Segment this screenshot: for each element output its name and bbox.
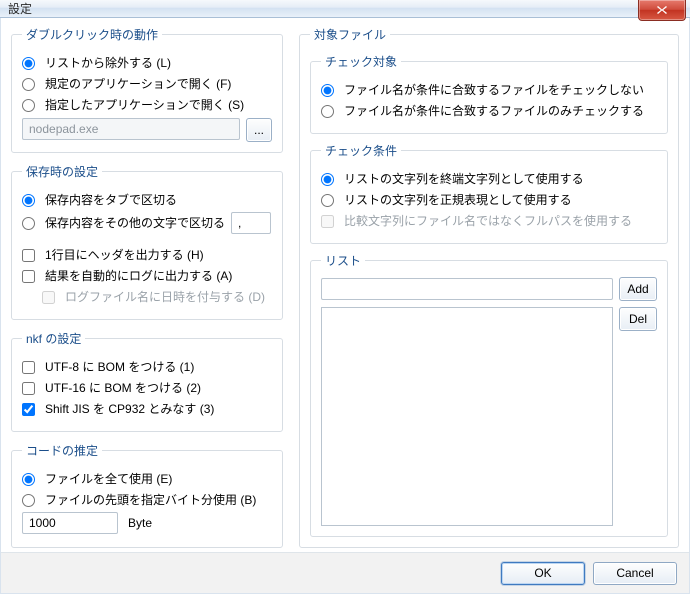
- group-check-condition-legend: チェック条件: [321, 142, 401, 159]
- list-del-button[interactable]: Del: [619, 307, 657, 331]
- specified-app-path-input[interactable]: [22, 118, 240, 140]
- label-remove-from-list: リストから除外する (L): [45, 54, 171, 72]
- label-code-head: ファイルの先頭を指定バイト分使用 (B): [45, 491, 256, 509]
- group-target-legend: 対象ファイル: [310, 26, 390, 43]
- label-open-default-app: 規定のアプリケーションで開く (F): [45, 75, 231, 93]
- group-dblclick: ダブルクリック時の動作 リストから除外する (L) 規定のアプリケーションで開く…: [11, 26, 283, 153]
- check-auto-log[interactable]: [22, 270, 35, 283]
- group-code-estimation: コードの推定 ファイルを全て使用 (E) ファイルの先頭を指定バイト分使用 (B…: [11, 442, 283, 548]
- check-fullpath[interactable]: [321, 215, 334, 228]
- group-nkf: nkf の設定 UTF-8 に BOM をつける (1) UTF-16 に BO…: [11, 330, 283, 432]
- label-auto-log: 結果を自動的にログに出力する (A): [45, 267, 232, 285]
- radio-cond-terminal[interactable]: [321, 173, 334, 186]
- radio-open-specified-app[interactable]: [22, 99, 35, 112]
- head-bytes-input[interactable]: [22, 512, 118, 534]
- label-sep-tab: 保存内容をタブで区切る: [45, 191, 177, 209]
- cancel-button[interactable]: Cancel: [593, 562, 677, 585]
- content: ダブルクリック時の動作 リストから除外する (L) 規定のアプリケーションで開く…: [1, 18, 689, 552]
- list-add-button[interactable]: Add: [619, 277, 657, 301]
- radio-check-skip[interactable]: [321, 84, 334, 97]
- group-code-legend: コードの推定: [22, 442, 102, 459]
- left-column: ダブルクリック時の動作 リストから除外する (L) 規定のアプリケーションで開く…: [11, 26, 283, 548]
- label-check-only: ファイル名が条件に合致するファイルのみチェックする: [344, 102, 644, 120]
- titlebar[interactable]: 設定: [0, 0, 690, 18]
- right-column: 対象ファイル チェック対象 ファイル名が条件に合致するファイルをチェックしない …: [299, 26, 679, 548]
- check-header-row[interactable]: [22, 249, 35, 262]
- list-item-input[interactable]: [321, 278, 613, 300]
- ok-button[interactable]: OK: [501, 562, 585, 585]
- close-button[interactable]: [638, 0, 686, 21]
- sep-char-input[interactable]: [231, 212, 271, 234]
- window-title: 設定: [8, 0, 32, 17]
- check-utf8-bom[interactable]: [22, 361, 35, 374]
- group-check-target: チェック対象 ファイル名が条件に合致するファイルをチェックしない ファイル名が条…: [310, 53, 668, 134]
- group-check-condition: チェック条件 リストの文字列を終端文字列として使用する リストの文字列を正規表現…: [310, 142, 668, 244]
- check-cp932[interactable]: [22, 403, 35, 416]
- group-list: リスト Add Del: [310, 252, 668, 537]
- radio-sep-other[interactable]: [22, 217, 35, 230]
- radio-code-head[interactable]: [22, 494, 35, 507]
- radio-open-default-app[interactable]: [22, 78, 35, 91]
- radio-sep-tab[interactable]: [22, 194, 35, 207]
- group-list-legend: リスト: [321, 252, 365, 269]
- list-box[interactable]: [321, 307, 613, 526]
- settings-dialog: 設定 ダブルクリック時の動作 リストから除外する (L) 規定のアプリケー: [0, 0, 690, 586]
- label-code-all: ファイルを全て使用 (E): [45, 470, 172, 488]
- label-fullpath: 比較文字列にファイル名ではなくフルパスを使用する: [344, 212, 632, 230]
- label-utf8-bom: UTF-8 に BOM をつける (1): [45, 358, 194, 376]
- close-icon: [656, 5, 668, 15]
- group-dblclick-legend: ダブルクリック時の動作: [22, 26, 162, 43]
- radio-cond-regex[interactable]: [321, 194, 334, 207]
- group-nkf-legend: nkf の設定: [22, 330, 85, 347]
- byte-unit-label: Byte: [128, 514, 152, 532]
- radio-code-all[interactable]: [22, 473, 35, 486]
- group-save-legend: 保存時の設定: [22, 163, 102, 180]
- group-target-file: 対象ファイル チェック対象 ファイル名が条件に合致するファイルをチェックしない …: [299, 26, 679, 548]
- browse-app-button[interactable]: ...: [246, 118, 272, 142]
- label-check-skip: ファイル名が条件に合致するファイルをチェックしない: [344, 81, 644, 99]
- check-utf16-bom[interactable]: [22, 382, 35, 395]
- client-area: ダブルクリック時の動作 リストから除外する (L) 規定のアプリケーションで開く…: [0, 18, 690, 594]
- dialog-footer: OK Cancel: [1, 552, 689, 593]
- label-header-row: 1行目にヘッダを出力する (H): [45, 246, 204, 264]
- radio-check-only[interactable]: [321, 105, 334, 118]
- label-cond-regex: リストの文字列を正規表現として使用する: [344, 191, 572, 209]
- label-cond-terminal: リストの文字列を終端文字列として使用する: [344, 170, 584, 188]
- label-log-date: ログファイル名に日時を付与する (D): [65, 288, 265, 306]
- group-check-target-legend: チェック対象: [321, 53, 401, 70]
- label-utf16-bom: UTF-16 に BOM をつける (2): [45, 379, 201, 397]
- group-save: 保存時の設定 保存内容をタブで区切る 保存内容をその他の文字で区切る 1行目にヘ…: [11, 163, 283, 320]
- label-sep-other: 保存内容をその他の文字で区切る: [45, 214, 225, 232]
- radio-remove-from-list[interactable]: [22, 57, 35, 70]
- label-open-specified-app: 指定したアプリケーションで開く (S): [45, 96, 244, 114]
- check-log-date[interactable]: [42, 291, 55, 304]
- label-cp932: Shift JIS を CP932 とみなす (3): [45, 400, 214, 418]
